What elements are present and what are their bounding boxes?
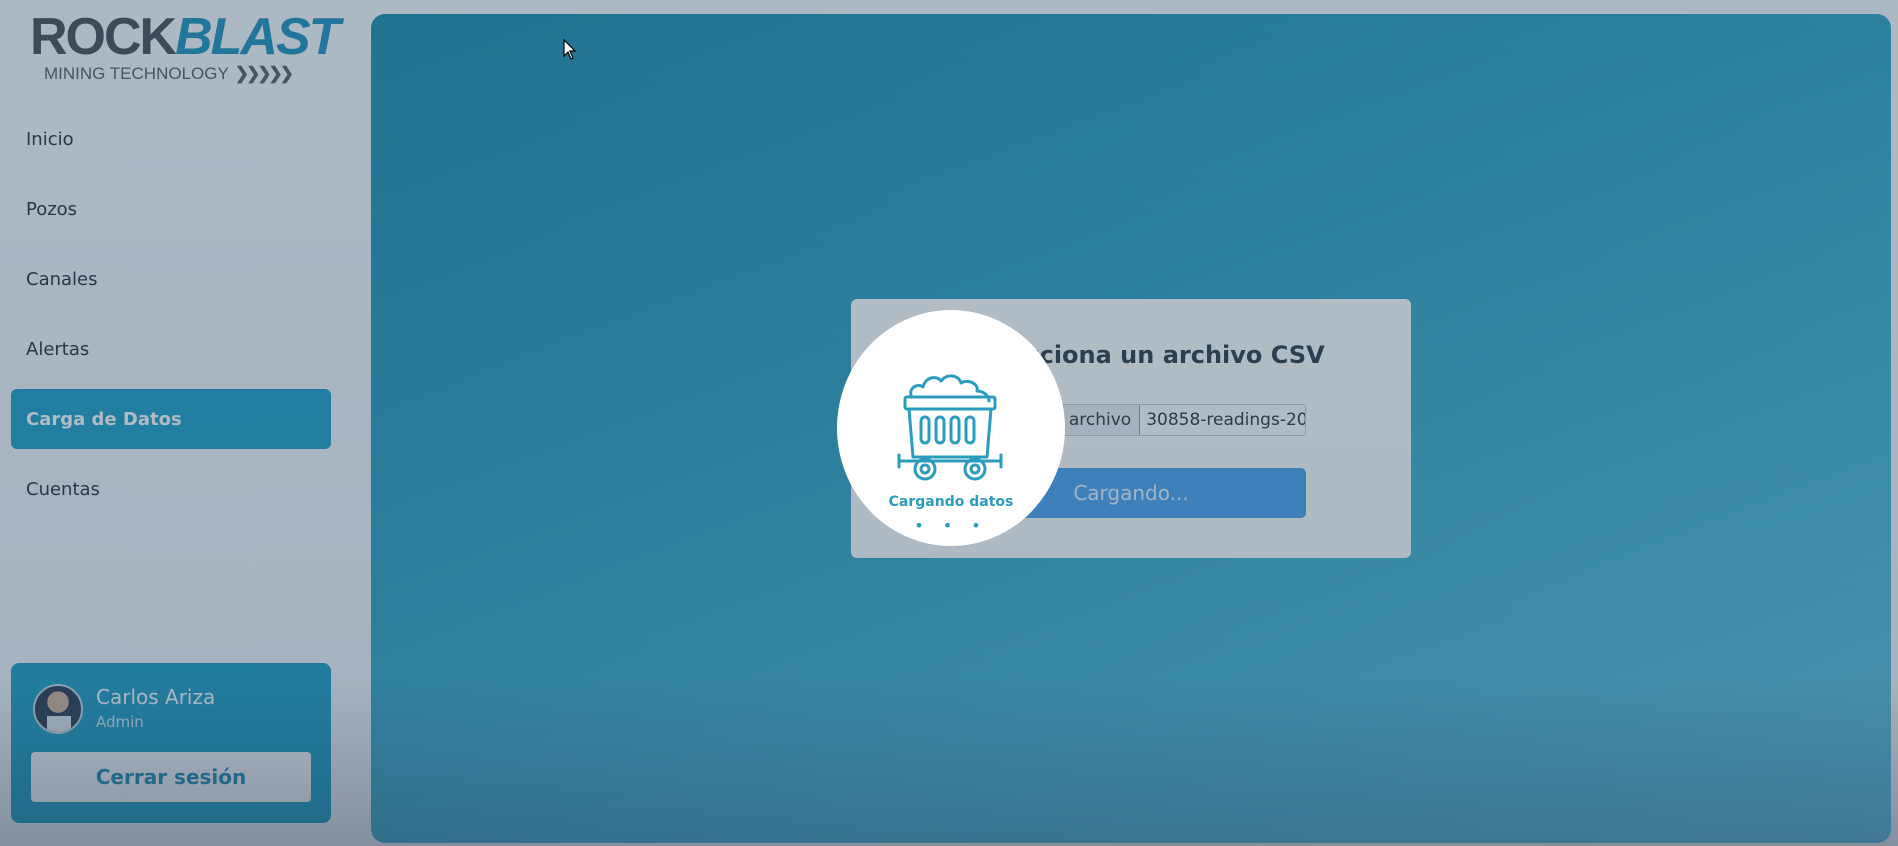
selected-file-name: 30858-readings-2024-10.csv [1146,410,1305,430]
sidebar-item-pozos[interactable]: Pozos [11,179,331,239]
user-card: Carlos Ariza Admin Cerrar sesión [11,663,331,823]
rockblast-logo[interactable]: ROCKBLAST MINING TECHNOLOGY ❯❯❯❯❯ [30,11,340,83]
user-role: Admin [96,713,144,731]
sidebar-item-label: Pozos [26,198,78,220]
logo-tagline: MINING TECHNOLOGY [44,64,229,83]
sidebar-item-canales[interactable]: Canales [11,249,331,309]
mouse-cursor-icon [563,39,577,60]
loading-dots: • • • [914,516,988,535]
sidebar: ROCKBLAST MINING TECHNOLOGY ❯❯❯❯❯ Inicio … [0,0,370,846]
sidebar-item-carga-de-datos[interactable]: Carga de Datos [11,389,331,449]
user-name: Carlos Ariza [96,685,216,709]
sidebar-item-label: Carga de Datos [26,408,182,430]
logout-button[interactable]: Cerrar sesión [31,752,311,802]
chevrons-icon: ❯❯❯❯❯ [234,64,294,83]
mine-cart-icon [897,374,1003,481]
loading-indicator: Cargando datos • • • [837,310,1065,546]
sidebar-item-label: Inicio [26,128,74,150]
loading-text: Cargando datos [888,494,1014,510]
sidebar-nav: Inicio Pozos Canales Alertas Carga de Da… [11,109,331,529]
sidebar-item-label: Cuentas [26,478,100,500]
sidebar-item-alertas[interactable]: Alertas [11,319,331,379]
sidebar-item-inicio[interactable]: Inicio [11,109,331,169]
avatar [33,684,83,734]
logo-word-blast: BLAST [175,8,340,66]
sidebar-item-label: Alertas [26,338,90,360]
logo-word-rock: ROCK [30,8,177,66]
sidebar-item-cuentas[interactable]: Cuentas [11,459,331,519]
sidebar-item-label: Canales [26,268,98,290]
